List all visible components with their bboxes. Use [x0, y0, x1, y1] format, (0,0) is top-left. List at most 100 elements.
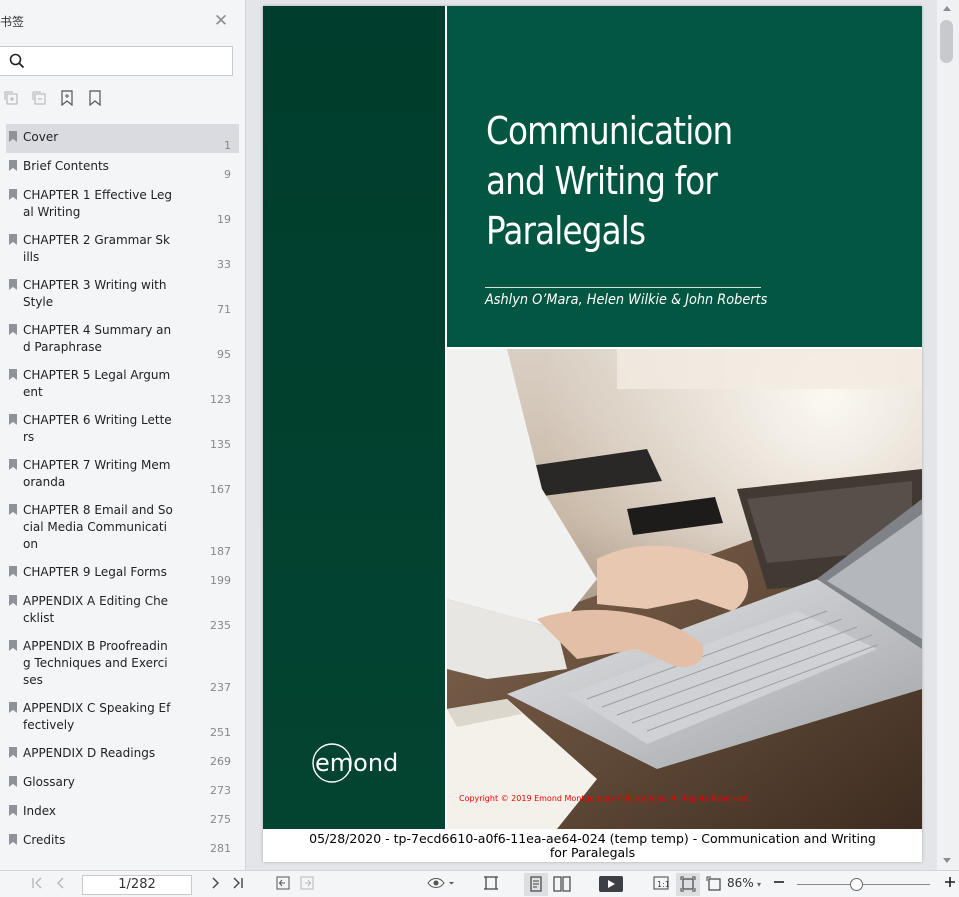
bookmark-flag-icon	[9, 234, 17, 245]
bookmark-flag-icon	[9, 459, 17, 470]
forward-icon[interactable]	[299, 876, 315, 893]
bookmark-icon[interactable]	[88, 90, 104, 108]
title-divider	[485, 287, 761, 288]
bookmark-page-number: 235	[210, 619, 231, 632]
bookmark-flag-icon	[9, 776, 17, 787]
bookmark-item[interactable]: CHAPTER 8 Email and Social Media Communi…	[0, 497, 239, 559]
copyright-notice: Copyright © 2019 Emond Montgomery Public…	[459, 794, 751, 803]
bookmark-item[interactable]: Cover 1	[6, 124, 239, 153]
bookmark-item[interactable]: APPENDIX C Speaking Effectively 251	[0, 695, 239, 740]
expand-all-icon[interactable]	[4, 90, 20, 108]
bookmark-item[interactable]: CHAPTER 1 Effective Legal Writing 19	[0, 182, 239, 227]
rotate-icon[interactable]	[705, 876, 723, 893]
bookmark-flag-icon	[9, 504, 17, 515]
bookmark-page-number: 95	[217, 348, 231, 361]
bookmark-item[interactable]: CHAPTER 5 Legal Argument 123	[0, 362, 239, 407]
page-number-input[interactable]: 1/282	[82, 875, 192, 895]
bookmark-search-box[interactable]	[0, 46, 233, 76]
bookmark-flag-icon	[9, 414, 17, 425]
zoom-slider-handle[interactable]	[849, 878, 863, 891]
bookmark-label: Index	[23, 804, 57, 818]
zoom-dropdown-chevron-icon[interactable]: ▾	[754, 876, 764, 893]
bookmark-flag-icon	[9, 702, 17, 713]
fit-page-icon[interactable]	[680, 876, 696, 893]
bookmark-label: Cover	[23, 130, 59, 144]
previous-page-icon[interactable]	[53, 876, 69, 893]
search-icon	[9, 53, 25, 69]
bookmark-page-number: 1	[224, 139, 231, 152]
back-icon[interactable]	[275, 876, 291, 893]
zoom-level[interactable]: 86%	[727, 876, 754, 890]
bookmark-page-number: 273	[210, 784, 231, 797]
bookmark-item[interactable]: APPENDIX B Proofreading Techniques and E…	[0, 633, 239, 695]
bookmark-flag-icon	[9, 369, 17, 380]
bookmark-list: Cover 1 Brief Contents 9 CHAPTER 1 Effective…	[0, 124, 246, 856]
cover-photo-laptop	[447, 349, 922, 829]
bookmark-flag-icon	[9, 805, 17, 816]
scroll-up-icon[interactable]	[943, 6, 951, 11]
close-icon[interactable]: ✕	[213, 13, 229, 30]
next-page-icon[interactable]	[207, 876, 223, 893]
cover-side-strip	[263, 6, 445, 829]
bookmark-flag-icon	[9, 131, 17, 142]
bookmark-item[interactable]: APPENDIX D Readings 269	[0, 740, 239, 769]
bookmark-item[interactable]: CHAPTER 4 Summary and Paraphrase 95	[0, 317, 239, 362]
bookmark-page-number: 281	[210, 842, 231, 855]
pdf-page: Communication and Writing for Paralegals…	[263, 6, 922, 862]
actual-size-icon[interactable]: 1:1	[653, 876, 670, 893]
scroll-thumb[interactable]	[940, 20, 953, 63]
bookmark-page-number: 275	[210, 813, 231, 826]
bookmark-label: APPENDIX A Editing Checklist	[23, 594, 169, 625]
bookmark-page-number: 199	[210, 574, 231, 587]
bookmark-item[interactable]: CHAPTER 2 Grammar Skills 33	[0, 227, 239, 272]
bookmark-flag-icon	[9, 640, 17, 651]
bookmark-item[interactable]: CHAPTER 3 Writing with Style 71	[0, 272, 239, 317]
bookmark-label: CHAPTER 2 Grammar Skills	[23, 233, 170, 264]
two-page-icon[interactable]	[553, 876, 571, 893]
bookmark-page-number: 135	[210, 438, 231, 451]
collapse-all-icon[interactable]	[32, 90, 48, 108]
bookmark-search-input[interactable]	[31, 51, 226, 71]
bookmark-label: CHAPTER 5 Legal Argument	[23, 368, 171, 399]
bookmark-item[interactable]: Brief Contents 9	[0, 153, 239, 182]
bookmark-flag-icon	[9, 747, 17, 758]
bookmark-label: APPENDIX D Readings	[23, 746, 156, 760]
document-view[interactable]: Communication and Writing for Paralegals…	[247, 0, 937, 870]
book-authors: Ashlyn O’Mara, Helen Wilkie & John Rober…	[485, 292, 768, 308]
vertical-scrollbar[interactable]	[937, 0, 959, 870]
cover-title-block: Communication and Writing for Paralegals…	[447, 6, 922, 347]
zoom-slider-track[interactable]	[797, 884, 930, 885]
bookmark-page-number: 19	[217, 213, 231, 226]
bookmark-item[interactable]: Index 275	[0, 798, 239, 827]
bookmark-label: CHAPTER 6 Writing Letters	[23, 413, 172, 444]
bottom-toolbar: 1/282 1:1 86% ▾	[0, 870, 959, 897]
bookmark-item[interactable]: APPENDIX A Editing Checklist 235	[0, 588, 239, 633]
bookmark-label: CHAPTER 4 Summary and Paraphrase	[23, 323, 172, 354]
bookmark-flag-icon	[9, 189, 17, 200]
svg-text:1:1: 1:1	[657, 880, 669, 889]
bookmark-item[interactable]: CHAPTER 9 Legal Forms 199	[0, 559, 239, 588]
first-page-icon[interactable]	[29, 876, 45, 893]
add-bookmark-icon[interactable]	[60, 90, 76, 108]
zoom-out-icon[interactable]	[772, 876, 786, 893]
bookmark-label: CHAPTER 1 Effective Legal Writing	[23, 188, 173, 219]
bookmark-item[interactable]: CHAPTER 6 Writing Letters 135	[0, 407, 239, 452]
play-slideshow-icon[interactable]	[599, 876, 623, 893]
bookmark-flag-icon	[9, 324, 17, 335]
single-page-icon[interactable]	[528, 876, 544, 893]
bookmark-page-number: 187	[210, 545, 231, 558]
bookmark-label: APPENDIX C Speaking Effectively	[23, 701, 171, 732]
last-page-icon[interactable]	[230, 876, 246, 893]
publisher-logo: emond	[311, 741, 401, 785]
scroll-down-icon[interactable]	[943, 858, 951, 863]
zoom-in-icon[interactable]	[943, 876, 957, 893]
bookmark-label: CHAPTER 9 Legal Forms	[23, 565, 167, 579]
bookmark-label: Brief Contents	[23, 159, 109, 173]
bookmark-label: Credits	[23, 833, 66, 847]
bookmark-item[interactable]: Glossary 273	[0, 769, 239, 798]
bookmark-item[interactable]: CHAPTER 7 Writing Memoranda 167	[0, 452, 239, 497]
bookmark-item[interactable]: Credits 281	[0, 827, 239, 856]
fit-width-icon[interactable]	[482, 876, 500, 893]
svg-text:emond: emond	[315, 749, 398, 777]
view-mode-eye-icon[interactable]	[426, 876, 456, 893]
